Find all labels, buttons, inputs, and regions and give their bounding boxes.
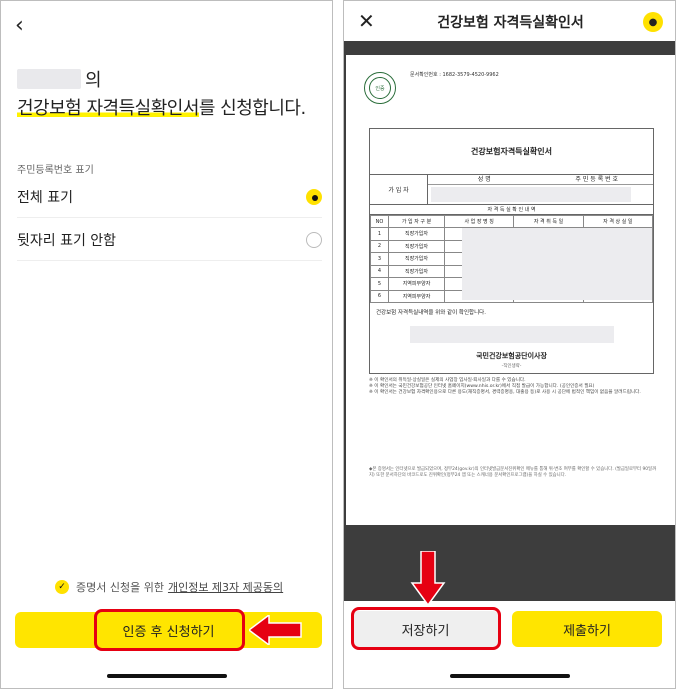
row-no: 5 xyxy=(370,277,389,291)
issuer-name: 국민건강보험공단이사장 xyxy=(476,352,547,360)
preview-screen: ✕ 건강보험 자격득실확인서 ● 인증 문서확인번호 : 1682-3579-4… xyxy=(343,0,676,689)
consent-link[interactable]: 개인정보 제3자 제공동의 xyxy=(168,579,283,595)
check-icon[interactable]: ✓ xyxy=(55,580,69,594)
issue-number: 문서확인번호 : 1682-3579-4520-9962 xyxy=(410,72,499,78)
masked-date xyxy=(409,326,614,343)
page-title: 건강보험 자격득실확인서 xyxy=(437,15,584,31)
header: ✕ 건강보험 자격득실확인서 ● xyxy=(344,1,675,41)
subscriber-label: 가 입 자 xyxy=(370,175,428,204)
col-header: NO xyxy=(370,215,389,228)
consent-row[interactable]: ✓ 증명서 신청을 위한 개인정보 제3자 제공동의 xyxy=(55,579,283,595)
title-highlight: 건강보험 자격득실확인서 xyxy=(17,98,199,119)
page-title-line2: 건강보험 자격득실확인서를 신청합니다. xyxy=(17,94,306,120)
document-viewer[interactable]: 인증 문서확인번호 : 1682-3579-4520-9962 건강보험자격득실… xyxy=(344,41,675,601)
certificate-form: 건강보험자격득실확인서 가 입 자 성 명 주 민 등 록 번 호 자 격 득 … xyxy=(369,128,654,374)
subscriber-row: 가 입 자 성 명 주 민 등 록 번 호 xyxy=(370,175,653,205)
page-title-line1: 의 xyxy=(17,67,102,91)
row-type: 직장가입자 xyxy=(388,264,445,278)
option-label: 전체 표기 xyxy=(17,189,73,206)
certificate-title: 건강보험자격득실확인서 xyxy=(370,129,653,175)
row-no: 4 xyxy=(370,264,389,278)
rrn-header: 주 민 등 록 번 호 xyxy=(575,176,619,183)
row-no: 6 xyxy=(370,289,389,303)
submit-button[interactable]: 제출하기 xyxy=(512,611,662,647)
radio-unselected-icon[interactable] xyxy=(306,231,322,248)
title-rest: 를 신청합니다. xyxy=(198,98,306,119)
row-type: 직장가입자 xyxy=(388,252,445,266)
masked-subscriber xyxy=(431,187,631,202)
footer-note: ◆본 증명서는 인터넷으로 발급되었으며, 정부24(gov.kr)의 인터넷발… xyxy=(369,467,657,478)
back-icon[interactable]: ‹ xyxy=(15,13,35,39)
row-no: 2 xyxy=(370,239,389,253)
masked-name xyxy=(17,69,81,89)
col-header: 가 입 자 구 분 xyxy=(388,215,445,228)
row-no: 1 xyxy=(370,227,389,241)
apply-screen: ‹ 의 건강보험 자격득실확인서를 신청합니다. 주민등록번호 표기 전체 표기… xyxy=(0,0,333,689)
confirm-text: 건강보험 자격득실내역을 위와 같이 확인합니다. xyxy=(376,310,486,316)
consent-text: 증명서 신청을 위한 xyxy=(76,581,164,594)
home-indicator xyxy=(106,674,227,678)
radio-selected-icon[interactable] xyxy=(306,188,322,205)
row-type: 직장가입자 xyxy=(388,227,445,241)
note: ※ 이 확인서는 건강보험 자격확인용으로 다른 용도(재직증명서, 경력증명용… xyxy=(369,390,641,395)
chat-icon[interactable]: ● xyxy=(643,12,663,32)
notes: ※ 이 확인서의 취득일·상실일은 실제의 사업장 입사일·퇴사일과 다를 수 … xyxy=(369,378,659,396)
option-hide-back[interactable]: 뒷자리 표기 안함 xyxy=(17,219,322,261)
row-no: 3 xyxy=(370,252,389,266)
masked-history xyxy=(462,228,652,300)
col-header: 자 격 취 득 일 xyxy=(513,215,584,228)
highlight-box xyxy=(351,607,501,650)
name-header: 성 명 xyxy=(477,176,491,183)
col-header: 자 격 상 실 일 xyxy=(582,215,654,228)
option-full-display[interactable]: 전체 표기 xyxy=(17,176,322,218)
row-type: 지역피부양자 xyxy=(388,289,445,303)
document-page: 인증 문서확인번호 : 1682-3579-4520-9962 건강보험자격득실… xyxy=(346,55,675,525)
seal-note: -직인생략- xyxy=(501,364,522,369)
row-type: 지역피부양자 xyxy=(388,277,445,291)
arrow-down-icon xyxy=(410,551,446,607)
seal-icon: 인증 xyxy=(364,72,396,104)
col-header: 사 업 장 명 칭 xyxy=(443,215,515,228)
arrow-left-icon xyxy=(249,615,302,645)
section-label: 주민등록번호 표기 xyxy=(17,165,94,176)
detail-header: 자 격 득 실 확 인 내 역 xyxy=(370,205,653,215)
option-label: 뒷자리 표기 안함 xyxy=(17,232,117,249)
highlight-box xyxy=(94,609,245,651)
home-indicator xyxy=(449,674,570,678)
title-suffix: 의 xyxy=(85,70,102,91)
row-type: 직장가입자 xyxy=(388,239,445,253)
